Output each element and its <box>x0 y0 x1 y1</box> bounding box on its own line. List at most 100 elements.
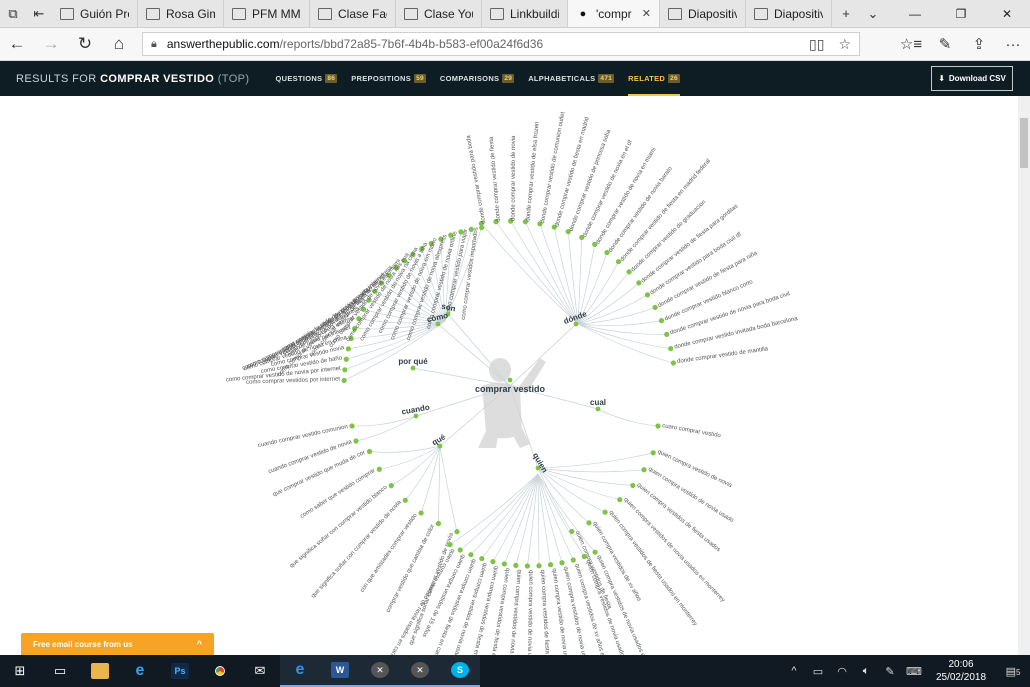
url-field[interactable]: 🔒︎ answerthepublic.com/reports/bbd72a85-… <box>142 32 860 56</box>
suggestion-phrase[interactable]: quien compra vestidos de fiesta usados <box>636 482 722 553</box>
file-explorer-icon[interactable] <box>80 655 120 687</box>
word-icon[interactable]: W <box>320 655 360 687</box>
new-tab-icon[interactable]: + <box>832 0 860 27</box>
suggestion-phrase[interactable]: donde comprar vestido de fiesta <box>489 136 502 222</box>
hub-dot[interactable] <box>595 406 601 412</box>
leaf-dot[interactable] <box>586 520 592 526</box>
app-icon-1[interactable]: ✕ <box>360 655 400 687</box>
photoshop-icon[interactable]: Ps <box>160 655 200 687</box>
leaf-dot[interactable] <box>447 541 453 548</box>
forward-icon[interactable]: → <box>34 28 68 61</box>
keyboard-icon[interactable]: ⌨ <box>902 665 926 678</box>
back-icon[interactable]: ← <box>0 28 34 61</box>
suggestion-phrase[interactable]: cuando comprar vestido de novia <box>268 439 354 475</box>
favorites-hub-icon[interactable]: ☆≡ <box>894 28 928 61</box>
windows-start-icon[interactable]: ⊞ <box>0 655 40 687</box>
more-icon[interactable]: ··· <box>996 28 1030 61</box>
leaf-dot[interactable] <box>658 318 665 324</box>
home-icon[interactable]: ⌂ <box>102 28 136 61</box>
leaf-dot[interactable] <box>655 423 661 429</box>
reading-view-icon[interactable]: ▯▯ <box>809 36 824 53</box>
nav-prepositions[interactable]: PREPOSITIONS 59 <box>351 61 426 96</box>
hub-label[interactable]: quien <box>531 451 550 474</box>
leaf-dot[interactable] <box>536 563 542 569</box>
download-csv-button[interactable]: ⬇ Download CSV <box>931 66 1013 91</box>
leaf-dot[interactable] <box>349 423 355 429</box>
chrome-icon[interactable] <box>200 655 240 687</box>
leaf-dot[interactable] <box>592 549 598 555</box>
suggestion-phrase[interactable]: donde comprar vestido de novia <box>511 135 517 221</box>
tab-list-icon[interactable]: ⧉ <box>0 0 26 27</box>
leaf-dot[interactable] <box>641 467 647 473</box>
leaf-dot[interactable] <box>602 509 608 515</box>
pen-tray-icon[interactable]: ✎ <box>878 665 902 678</box>
favorite-star-icon[interactable]: ☆ <box>838 36 851 53</box>
leaf-dot[interactable] <box>652 304 658 311</box>
suggestion-phrase[interactable]: donde comprar vestido para boda <box>466 134 488 224</box>
leaf-dot[interactable] <box>435 520 442 527</box>
leaf-dot[interactable] <box>418 510 424 516</box>
browser-tab[interactable]: PFM MMDI <box>224 0 310 27</box>
suggestion-phrase[interactable]: donde comprar vestido de novia para boda… <box>669 291 790 336</box>
app-icon-2[interactable]: ✕ <box>400 655 440 687</box>
browser-tab[interactable]: Diapositiva <box>660 0 746 27</box>
suggestion-phrase[interactable]: donde comprar vestido de mantilla <box>677 346 769 365</box>
browser-tab[interactable]: Clase Youtu <box>396 0 482 27</box>
refresh-icon[interactable]: ↻ <box>68 28 102 61</box>
wifi-icon[interactable]: ◠ <box>830 665 854 678</box>
internet-explorer-icon[interactable]: e <box>120 655 160 687</box>
maximize-button[interactable]: ❐ <box>938 0 984 27</box>
suggestion-phrase[interactable]: con que amistades comprar vestido <box>359 512 419 594</box>
leaf-dot[interactable] <box>342 367 348 373</box>
nav-comparisons[interactable]: COMPARISONS 29 <box>440 61 515 96</box>
leaf-dot[interactable] <box>581 553 587 560</box>
share-icon[interactable]: ⇪ <box>962 28 996 61</box>
leaf-dot[interactable] <box>468 552 474 558</box>
leaf-dot[interactable] <box>513 562 519 568</box>
suggestion-phrase[interactable]: cuaro comprar vestido <box>662 423 722 439</box>
minimize-button[interactable]: — <box>892 0 938 27</box>
leaf-dot[interactable] <box>376 466 382 472</box>
page-scrollbar[interactable] <box>1018 96 1030 655</box>
leaf-dot[interactable] <box>650 450 656 456</box>
leaf-dot[interactable] <box>457 547 463 553</box>
leaf-dot[interactable] <box>664 331 670 338</box>
leaf-dot[interactable] <box>345 346 351 352</box>
clock[interactable]: 20:06 25/02/2018 <box>926 658 996 684</box>
mail-icon[interactable]: ✉ <box>240 655 280 687</box>
suggestion-phrase[interactable]: donde comprar vestido de elsa frozen <box>525 121 540 222</box>
leaf-dot[interactable] <box>341 377 347 384</box>
leaf-dot[interactable] <box>570 557 576 563</box>
suggestion-phrase[interactable]: quien compra vestidos de fiesta usados <box>539 570 551 655</box>
browser-tab[interactable]: ● 'compr ✕ <box>568 0 660 27</box>
hub-label[interactable]: cual <box>590 398 606 407</box>
suggestion-phrase[interactable]: donde comprar vestido invitada boda barc… <box>674 316 799 351</box>
leaf-dot[interactable] <box>343 356 349 362</box>
battery-icon[interactable]: ▭ <box>806 665 830 678</box>
suggestion-phrase[interactable]: quien compra vestido de novia usado <box>647 466 735 524</box>
browser-tab[interactable]: Linkbuildin <box>482 0 568 27</box>
leaf-dot[interactable] <box>454 529 460 535</box>
leaf-dot[interactable] <box>479 555 485 562</box>
leaf-dot[interactable] <box>524 563 531 569</box>
hub-label[interactable]: por qué <box>398 357 428 366</box>
leaf-dot[interactable] <box>559 560 565 566</box>
hub-dot[interactable] <box>410 365 416 371</box>
leaf-dot[interactable] <box>402 497 408 503</box>
leaf-dot[interactable] <box>388 483 394 489</box>
task-view-icon[interactable]: ▭ <box>40 655 80 687</box>
leaf-dot[interactable] <box>353 438 359 444</box>
scrollbar-thumb[interactable] <box>1020 118 1028 168</box>
nav-alphabeticals[interactable]: ALPHABETICALS 471 <box>528 61 615 96</box>
leaf-dot[interactable] <box>501 561 507 567</box>
leaf-dot[interactable] <box>547 562 554 568</box>
volume-icon[interactable]: 🔈︎ <box>854 665 878 678</box>
suggestion-phrase[interactable]: que comprar vestido que muda de cor <box>272 450 366 498</box>
set-aside-tabs-icon[interactable]: ⇤ <box>26 0 52 27</box>
email-course-banner[interactable]: Free email course from us ^ <box>21 633 214 655</box>
suggestion-phrase[interactable]: donde comprar vestido blanco corto <box>664 279 755 323</box>
leaf-dot[interactable] <box>668 345 674 352</box>
browser-tab[interactable]: Guión Proy <box>52 0 138 27</box>
close-window-button[interactable]: ✕ <box>984 0 1030 27</box>
leaf-dot[interactable] <box>490 559 496 565</box>
